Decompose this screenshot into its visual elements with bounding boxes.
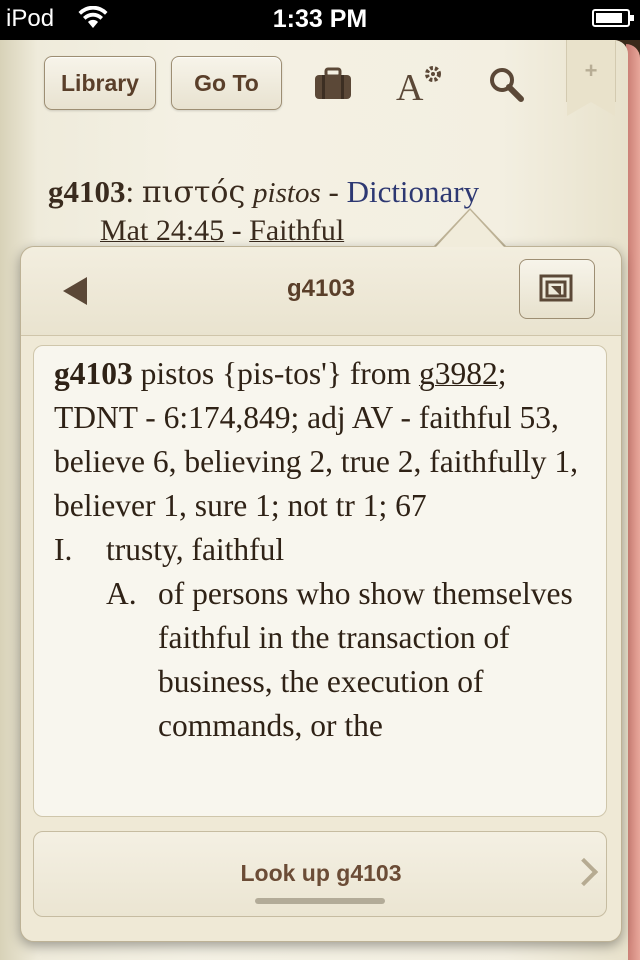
definition-text: of persons who show themselves faithful … <box>158 576 573 743</box>
search-icon[interactable] <box>484 62 528 106</box>
reference-word[interactable]: Faithful <box>249 214 344 247</box>
popover-arrow-fill <box>436 210 504 247</box>
entry-code: g4103 <box>54 356 133 391</box>
passage-link[interactable]: Mat 24:45 <box>100 214 224 247</box>
dictionary-entry[interactable]: g4103 pistos {pis-tos'} from g3982; TDNT… <box>33 345 607 817</box>
open-window-icon <box>539 274 573 302</box>
dictionary-link[interactable]: Dictionary <box>347 174 480 209</box>
battery-icon <box>592 9 634 27</box>
reference-line: Mat 24:45 - Faithful <box>100 214 344 248</box>
clock: 1:33 PM <box>272 5 368 33</box>
bookmark-ribbon[interactable]: + <box>566 40 616 116</box>
reference-dash: - <box>231 214 242 247</box>
popover: g4103 g4103 pistos {pis-tos'} from g3982… <box>20 246 622 942</box>
heading-dash: - <box>328 174 339 209</box>
open-window-button[interactable] <box>519 259 595 319</box>
book-page: Library Go To A + g4103: πιστός pistos -… <box>0 40 640 960</box>
lookup-label: Look up g4103 <box>240 860 402 886</box>
entry-paragraph: g4103 pistos {pis-tos'} from g3982; TDNT… <box>54 352 594 528</box>
lookup-button[interactable]: Look up g4103 <box>33 831 607 917</box>
entry-intro: pistos {pis-tos'} from <box>140 356 412 391</box>
add-bookmark-icon: + <box>584 58 598 83</box>
briefcase-icon[interactable] <box>311 62 355 106</box>
page-edge <box>626 44 640 960</box>
goto-button[interactable]: Go To <box>171 56 282 110</box>
transliteration: pistos <box>253 177 321 209</box>
greek-word: πιστός <box>141 175 246 210</box>
definition-text: trusty, faithful <box>106 532 285 567</box>
status-bar: iPod 1:33 PM <box>0 0 640 40</box>
library-button[interactable]: Library <box>44 56 156 110</box>
page-handle <box>255 898 385 904</box>
definition-subitem: A. of persons who show themselves faithf… <box>54 572 594 748</box>
definition-number: I. <box>54 532 73 567</box>
definition-item: I. trusty, faithful <box>54 528 594 572</box>
paper: Library Go To A + g4103: πιστός pistos -… <box>0 40 628 960</box>
definition-number: A. <box>106 576 137 611</box>
related-word-link[interactable]: g3982 <box>419 356 498 391</box>
font-settings-icon[interactable]: A <box>394 62 444 106</box>
svg-text:A: A <box>396 67 424 104</box>
popover-header: g4103 <box>21 247 621 336</box>
heading-colon: : <box>125 174 135 209</box>
entry-heading: g4103: πιστός pistos - Dictionary <box>48 174 479 210</box>
strongs-code: g4103 <box>48 174 126 209</box>
